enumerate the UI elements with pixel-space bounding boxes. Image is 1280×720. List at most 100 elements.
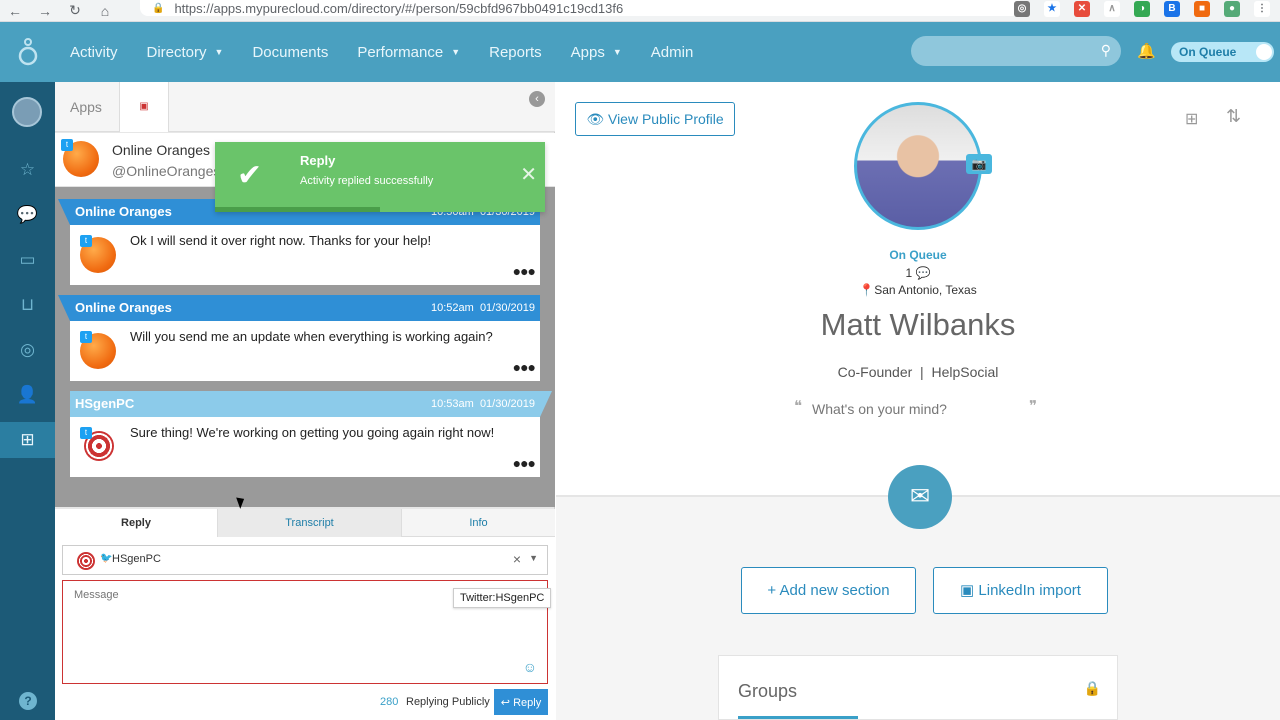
message-sender: HSgenPC [75,396,135,411]
linkedin-import-button[interactable]: ▣ LinkedIn import [933,567,1108,614]
message-sender: Online Oranges [75,300,172,315]
toast-progress-bar [215,207,380,212]
character-count: 280 [380,696,399,708]
map-pin-icon: 📍 [859,283,875,297]
address-bar[interactable]: 🔒 https://apps.mypurecloud.com/directory… [140,0,1020,16]
more-options-icon[interactable]: ●●● [513,455,536,471]
groups-underline [738,716,858,719]
emoji-icon[interactable]: ☺ [523,659,537,675]
extension-icon[interactable]: ∧ [1104,1,1120,17]
chat-count: 1 💬 [905,266,931,280]
user-avatar[interactable] [12,97,42,127]
recipient-select[interactable]: 🐦 HSgenPC × ▼ [62,545,548,575]
chat-icon[interactable]: 💬 [0,197,55,233]
org-chart-icon[interactable]: ⊞ [1185,109,1198,129]
reply-visibility: Replying Publicly [406,696,490,708]
list-item: Online Oranges 10:52am 01/30/2019 t Will… [58,295,540,381]
favorites-star-icon[interactable]: ☆ [0,152,55,188]
eye-icon: 👁 [586,111,608,127]
collapse-panel-icon[interactable]: ‹ [529,91,545,107]
tab-reply[interactable]: Reply [55,509,217,537]
message-body: t Sure thing! We're working on getting y… [70,417,540,477]
inbox-icon[interactable]: ⊔ [0,287,55,323]
close-icon[interactable]: ✕ [520,162,537,187]
recipient-tooltip: Twitter:HSgenPC [453,588,552,608]
nav-admin[interactable]: Admin [651,44,694,61]
extension-icons: ◎ ★ ✕ ∧ ◑ B ■ ● ⋮ [1014,1,1270,17]
agent-status-icon[interactable]: 👤 [0,377,55,413]
on-queue-toggle[interactable]: On Queue [1171,42,1274,62]
menu-icon[interactable]: ⋮ [1254,1,1270,17]
groups-card: Groups 🔒 [718,655,1118,720]
search-icon[interactable]: ⚲ [1101,42,1111,59]
chevron-down-icon: ▼ [612,47,622,57]
view-public-profile-button[interactable]: 👁 View Public Profile [575,102,735,136]
video-icon[interactable]: ▭ [0,242,55,278]
message-text: Sure thing! We're working on getting you… [130,425,495,440]
location-icon[interactable]: ◎ [1014,1,1030,17]
profile-avatar-icon[interactable]: ● [1224,1,1240,17]
help-icon[interactable]: ? [19,692,37,710]
job-title: Co-Founder | HelpSocial [837,364,999,380]
presence-status: On Queue [889,248,947,262]
helpsocial-app-tab-icon[interactable]: ▣ [119,82,169,132]
reply-tab-bar: Reply Transcript Info [55,509,555,537]
message-list[interactable]: Online Oranges 10:50am 01/30/2019 t Ok I… [55,187,555,507]
extension-icon[interactable]: ■ [1194,1,1210,17]
contact-handle: @OnlineOranges [112,163,221,179]
notification-bell-icon[interactable]: 🔔 [1137,42,1156,60]
message-header: Online Oranges 10:52am 01/30/2019 [58,295,540,321]
extension-icon[interactable]: ✕ [1074,1,1090,17]
reload-icon[interactable]: ↻ [60,2,90,19]
clear-recipient-icon[interactable]: × [513,551,521,567]
lifebuoy-icon[interactable]: ◎ [0,332,55,368]
tab-transcript[interactable]: Transcript [217,509,402,537]
nav-performance[interactable]: Performance ▼ [357,44,460,61]
linkedin-icon: ▣ [960,582,979,599]
nav-apps[interactable]: Apps ▼ [571,44,622,61]
more-options-icon[interactable]: ●●● [513,359,536,375]
toast-message: Activity replied successfully [300,175,434,187]
apps-grid-icon[interactable]: ⊞ [0,422,55,458]
message-field-wrapper: Twitter:HSgenPC ☺ [62,580,552,684]
forward-icon[interactable]: → [30,3,60,19]
message-text: Will you send me an update when everythi… [130,329,493,344]
add-new-section-button[interactable]: + Add new section [741,567,916,614]
home-icon[interactable]: ⌂ [90,3,120,19]
twitter-icon: t [80,427,92,439]
profile-view: 👁 View Public Profile ⊞ ⇅ 📷 On Queue 1 💬… [556,82,1280,720]
global-search-input[interactable]: ⚲ [911,36,1121,66]
quote-open-icon: ❝ [794,397,803,415]
back-icon[interactable]: ← [0,3,30,19]
chevron-down-icon[interactable]: ▼ [529,553,538,563]
purecloud-logo[interactable] [0,22,55,82]
more-options-icon[interactable]: ●●● [513,263,536,279]
chevron-down-icon: ▼ [451,47,461,57]
contact-name: Online Oranges [112,142,211,158]
tab-info[interactable]: Info [402,509,555,537]
send-reply-button[interactable]: ↩ Reply [494,689,548,715]
nav-reports[interactable]: Reports [489,44,542,61]
profile-sections: + Add new section ▣ LinkedIn import Grou… [556,497,1280,720]
twitter-icon: t [80,235,92,247]
chevron-down-icon: ▼ [214,47,224,57]
nav-directory[interactable]: Directory ▼ [147,44,224,61]
twitter-icon: t [61,139,73,151]
nav-activity[interactable]: Activity [70,44,118,61]
camera-icon[interactable]: 📷 [966,154,992,174]
reply-composer: 🐦 HSgenPC × ▼ Twitter:HSgenPC ☺ 280 Repl… [55,537,555,720]
sort-icon[interactable]: ⇅ [1226,106,1241,127]
bookmark-star-icon[interactable]: ★ [1044,1,1060,17]
status-message-input[interactable]: What's on your mind? [812,401,947,417]
apps-tab[interactable]: Apps [55,82,117,132]
person-name: Matt Wilbanks [820,307,1016,342]
extension-icon[interactable]: B [1164,1,1180,17]
url-text: https://apps.mypurecloud.com/directory/#… [174,0,624,16]
left-sidebar: ☆ 💬 ▭ ⊔ ◎ 👤 ⊞ ? [0,82,55,720]
chat-bubble-icon: 💬 [915,266,931,280]
email-button[interactable]: ✉ [888,465,952,529]
extension-icon[interactable]: ◑ [1134,1,1150,17]
nav-documents[interactable]: Documents [252,44,328,61]
message-text: Ok I will send it over right now. Thanks… [130,233,432,248]
list-item: HSgenPC 10:53am 01/30/2019 t Sure thing!… [70,391,552,477]
